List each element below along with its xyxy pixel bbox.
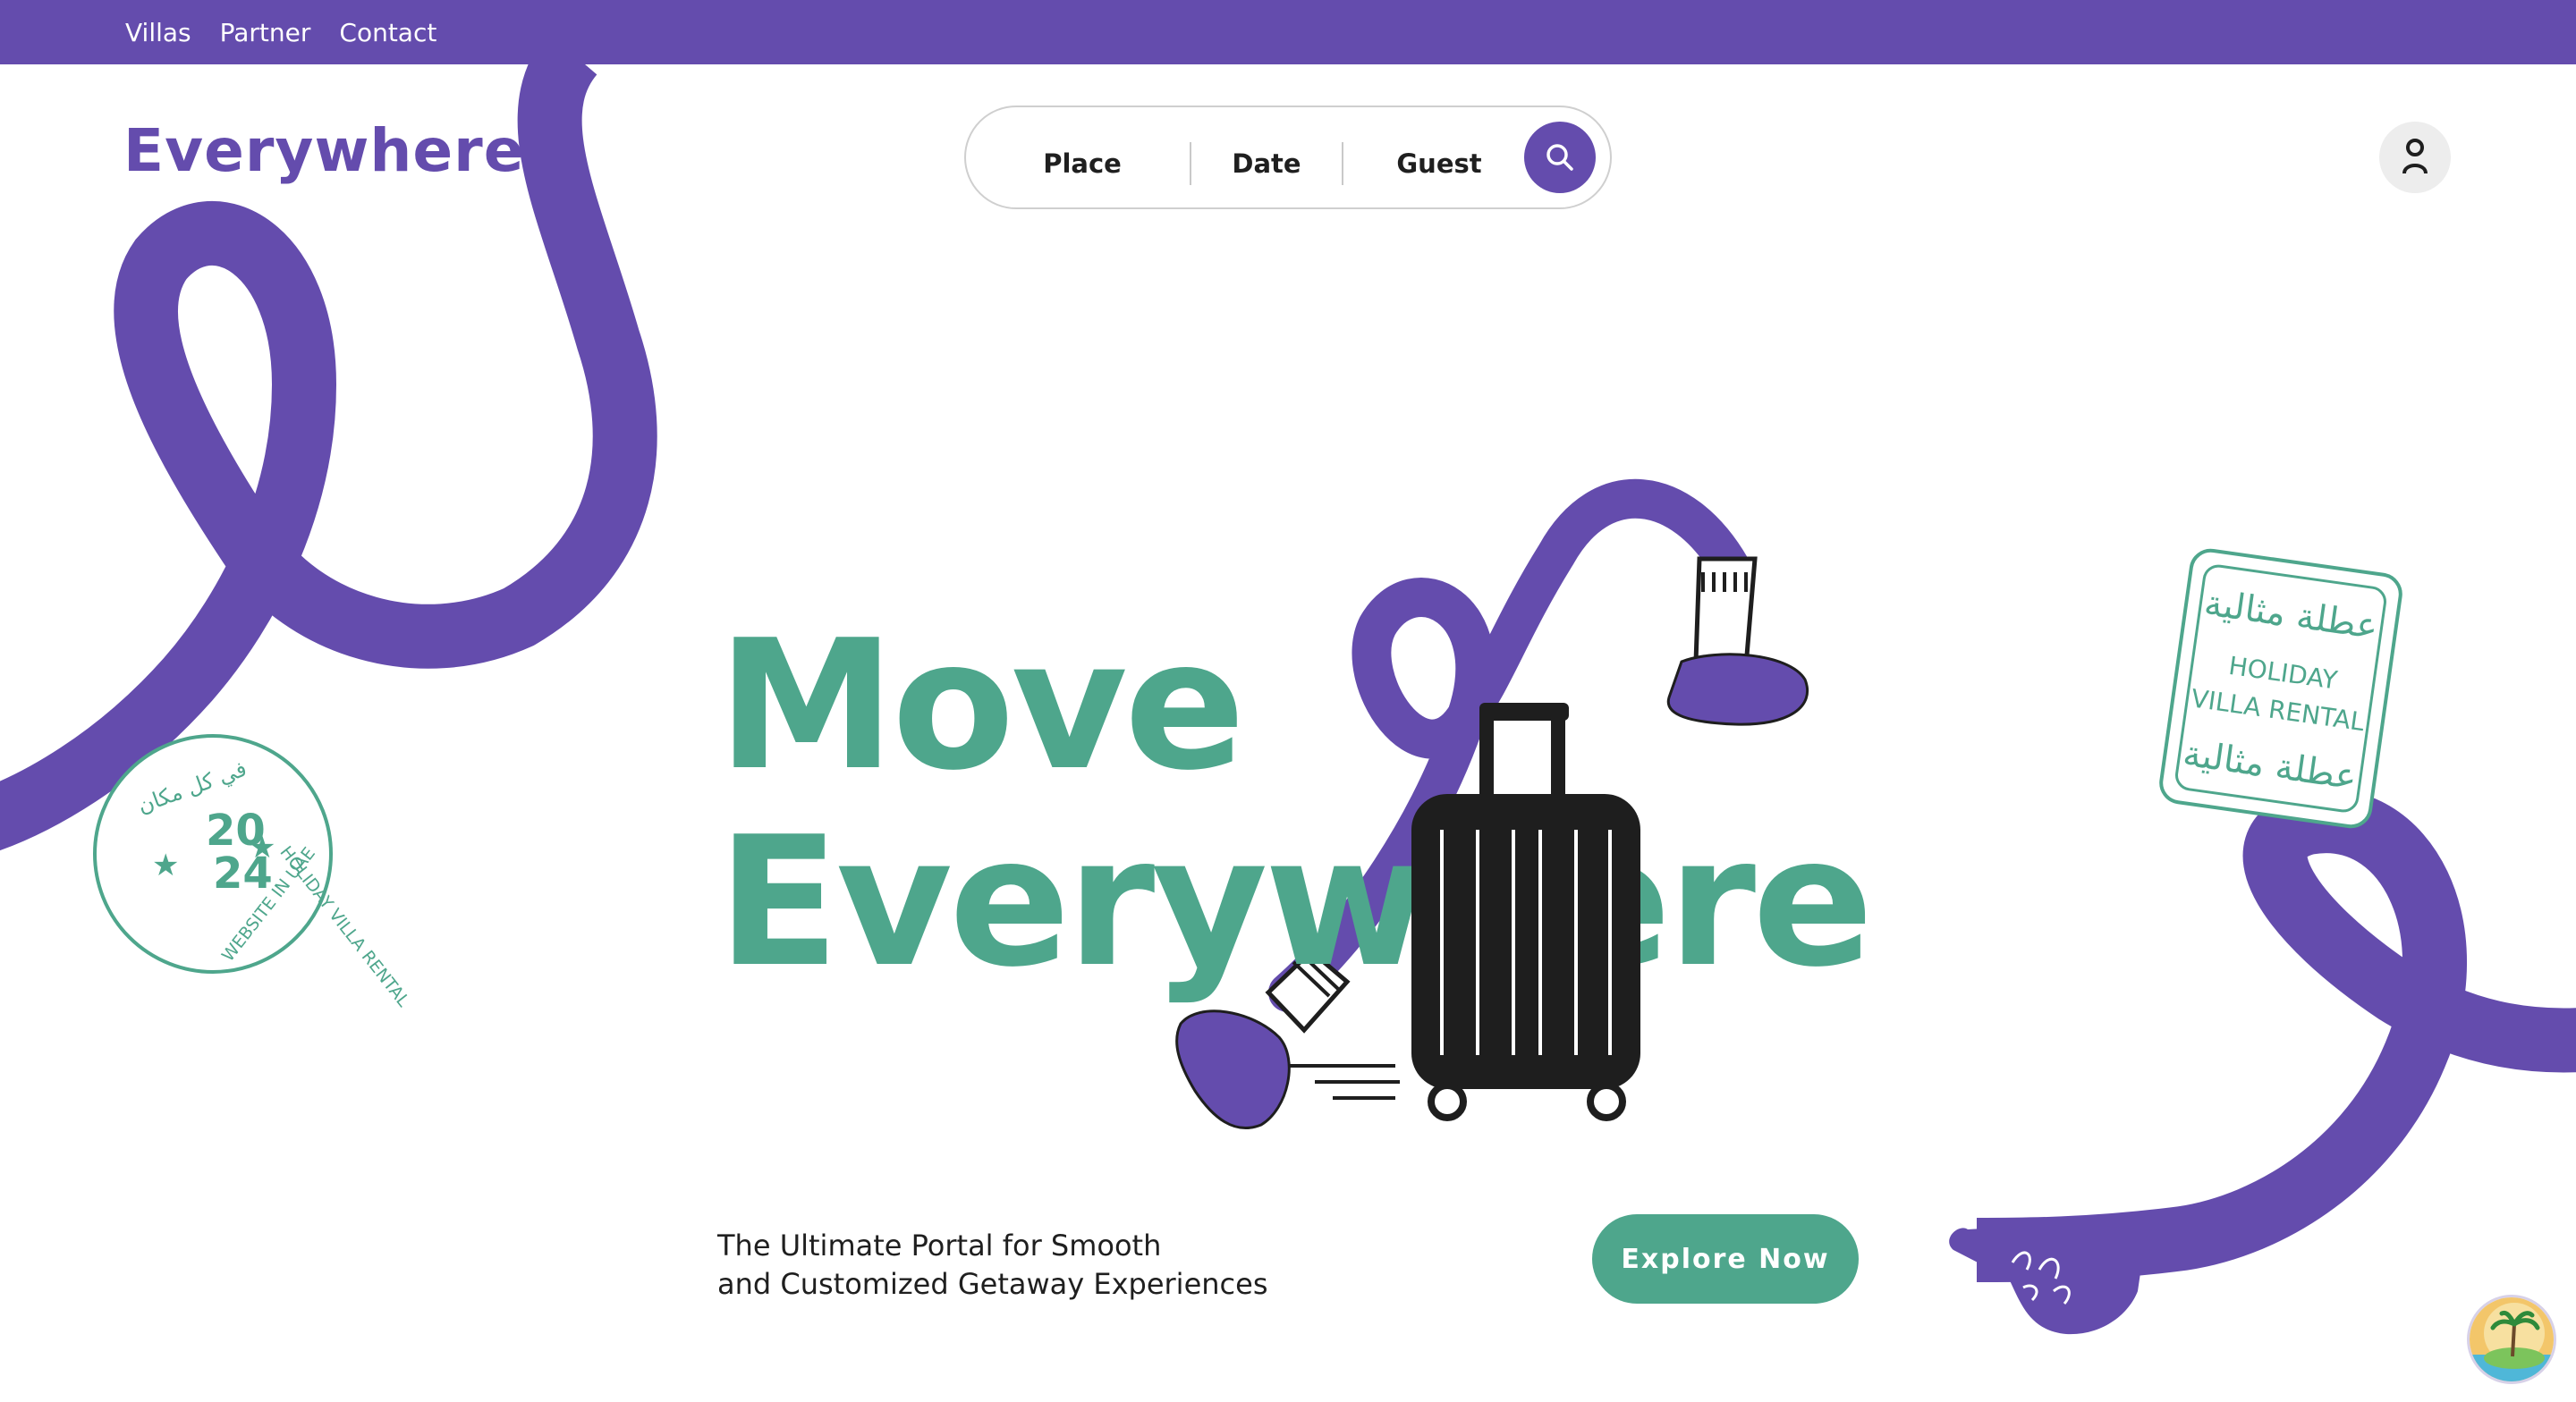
- hero-tagline-line1: The Ultimate Portal for Smooth: [717, 1229, 1162, 1263]
- top-nav: Villas Partner Contact: [125, 0, 436, 64]
- search-bar: Place Date Guest: [964, 106, 1612, 209]
- page: 20 24 ★ ★ في كل مكان HOLIDAY VILLA RENTA…: [0, 0, 2576, 1402]
- hero-tagline-line2: and Customized Getaway Experiences: [717, 1267, 1268, 1301]
- user-icon: [2402, 139, 2428, 174]
- nav-link-villas[interactable]: Villas: [125, 18, 191, 47]
- nav-link-contact[interactable]: Contact: [339, 18, 436, 47]
- search-guest-field[interactable]: Guest: [1343, 114, 1535, 214]
- search-button[interactable]: [1524, 122, 1596, 193]
- nav-link-partner[interactable]: Partner: [220, 18, 311, 47]
- search-date-field[interactable]: Date: [1191, 114, 1342, 214]
- explore-now-button[interactable]: Explore Now: [1592, 1214, 1859, 1304]
- top-navigation-bar: Villas Partner Contact: [0, 0, 2576, 64]
- suitcase-icon: [1411, 703, 1640, 1121]
- assistant-fab-button[interactable]: [2467, 1295, 2556, 1384]
- search-icon: [1546, 144, 1573, 171]
- user-account-button[interactable]: [2379, 122, 2451, 193]
- hero-tagline: The Ultimate Portal for Smooth and Custo…: [717, 1227, 1267, 1304]
- search-place-field[interactable]: Place: [975, 114, 1190, 214]
- brand-logo[interactable]: Everywhere: [123, 116, 524, 185]
